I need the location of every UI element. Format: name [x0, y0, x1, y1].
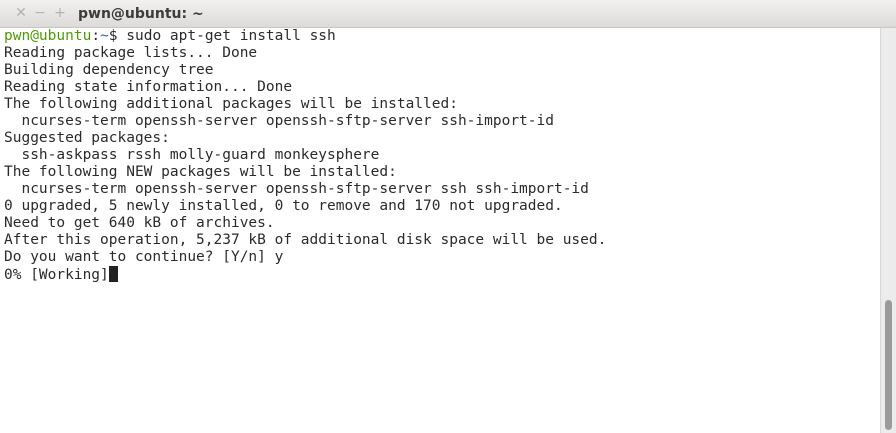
output-line: ssh-askpass rssh molly-guard monkeyspher… — [21, 147, 380, 163]
terminal-output: pwn@ubuntu:~$ sudo apt-get install ssh R… — [4, 28, 606, 284]
output-line: Reading package lists... Done — [4, 45, 258, 61]
terminal-window: ✕ − + pwn@ubuntu: ~ pwn@ubuntu:~$ sudo a… — [0, 0, 896, 433]
scrollbar-thumb[interactable] — [885, 300, 892, 430]
prompt-path: ~ — [100, 28, 109, 44]
maximize-icon[interactable]: + — [52, 5, 68, 21]
output-line: The following NEW packages will be insta… — [4, 164, 397, 180]
prompt-line: pwn@ubuntu:~$ sudo apt-get install ssh — [4, 28, 336, 44]
output-line: The following additional packages will b… — [4, 96, 458, 112]
close-icon[interactable]: ✕ — [13, 5, 29, 21]
prompt-separator: : — [91, 28, 101, 44]
text-cursor — [108, 266, 118, 282]
minimize-icon[interactable]: − — [32, 5, 48, 21]
output-line: 0 upgraded, 5 newly installed, 0 to remo… — [4, 198, 563, 214]
output-line: Reading state information... Done — [4, 79, 293, 95]
output-line: ncurses-term openssh-server openssh-sftp… — [21, 181, 589, 197]
prompt-user: pwn@ubuntu — [4, 28, 92, 44]
title-bar[interactable]: ✕ − + pwn@ubuntu: ~ — [0, 0, 896, 28]
output-line: Suggested packages: — [4, 130, 170, 146]
output-lines: Reading package lists... Done Building d… — [4, 45, 606, 265]
output-line: Do you want to continue? [Y/n] y — [4, 249, 284, 265]
command-text: sudo apt-get install ssh — [126, 28, 336, 44]
output-line: Building dependency tree — [4, 62, 214, 78]
output-line: ncurses-term openssh-server openssh-sftp… — [21, 113, 554, 129]
window-title: pwn@ubuntu: ~ — [78, 6, 204, 22]
terminal-area[interactable]: pwn@ubuntu:~$ sudo apt-get install ssh R… — [0, 28, 880, 433]
progress-line: 0% [Working] — [4, 267, 109, 283]
prompt-symbol: $ — [108, 28, 127, 44]
output-line: Need to get 640 kB of archives. — [4, 215, 275, 231]
scrollbar[interactable] — [880, 28, 896, 433]
output-line: After this operation, 5,237 kB of additi… — [4, 232, 607, 248]
